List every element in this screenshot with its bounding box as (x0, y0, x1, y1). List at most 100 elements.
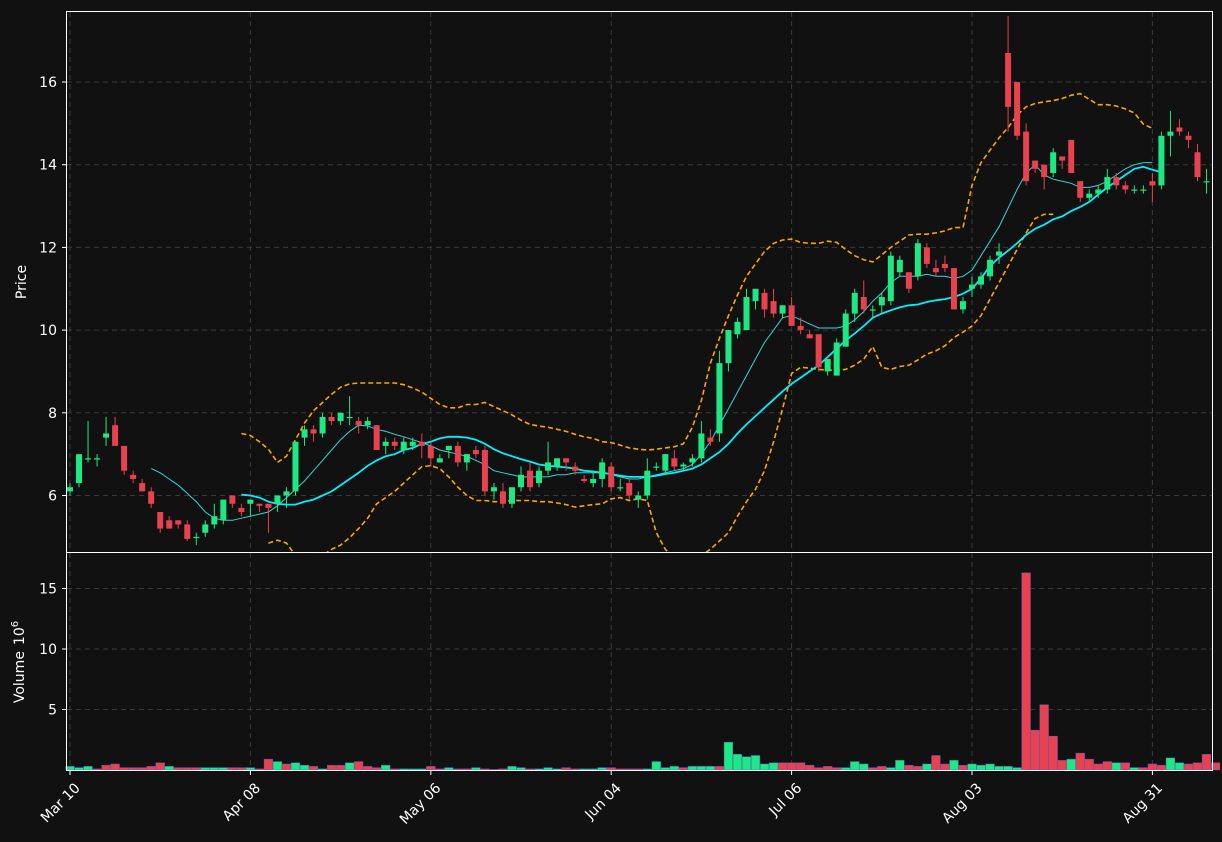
volume-bar (326, 764, 337, 771)
candle-body (76, 454, 83, 484)
candle-body (1005, 53, 1012, 107)
candle-body (121, 445, 128, 471)
volume-bar (913, 766, 923, 771)
candle-body (400, 441, 407, 451)
volume-bar (1111, 762, 1121, 771)
candle-body (85, 458, 92, 460)
candle-body (103, 433, 110, 438)
volume-bar (155, 762, 165, 771)
volume-bar (805, 764, 815, 771)
candle-body (752, 288, 759, 302)
volume-bar (949, 760, 959, 771)
candle-body (355, 421, 362, 426)
candle-body (1077, 181, 1084, 198)
candle (833, 338, 840, 376)
candle-body (545, 462, 552, 471)
candle-body (599, 462, 606, 479)
volume-bar (453, 768, 463, 771)
volume-exponent-power: 6 (10, 621, 21, 627)
volume-bar (615, 768, 625, 771)
volume-bar (507, 766, 517, 771)
candle-body (427, 445, 434, 459)
price-tick-label: 12 (39, 240, 57, 256)
candle-body (518, 474, 524, 488)
stock-chart: 6810121416 Price 51015 Volume106 Mar 10 A… (0, 0, 1222, 842)
candle-body (508, 487, 515, 504)
volume-bar (1048, 735, 1058, 771)
candle-body (572, 466, 579, 471)
candle-body (833, 342, 840, 376)
volume-bar (633, 768, 643, 771)
volume-bar (354, 761, 364, 771)
candle-body (1185, 135, 1192, 140)
volume-bar (1147, 763, 1158, 771)
volume-bar (110, 763, 120, 771)
volume-bar (552, 768, 562, 771)
candle (1158, 131, 1165, 190)
candle-body (238, 507, 245, 513)
volume-bar (994, 766, 1004, 771)
candle-body (1059, 156, 1066, 161)
volume-bar (877, 766, 887, 771)
candle-body (707, 437, 714, 442)
volume-bar (74, 767, 84, 771)
volume-bar (922, 763, 932, 771)
volume-bar (236, 767, 246, 771)
volume-bar (579, 768, 589, 771)
volume-bar (1021, 572, 1031, 771)
volume-bar (787, 762, 797, 771)
volume-bar (705, 766, 716, 771)
volume-bar (1012, 767, 1022, 771)
volume-bar (345, 762, 355, 771)
volume-bar (642, 768, 652, 771)
candle-body (202, 524, 209, 533)
volume-bar (182, 767, 192, 771)
volume-bar (128, 767, 138, 771)
volume-bar (290, 762, 301, 771)
volume-bar (985, 763, 995, 771)
candle-body (373, 425, 380, 451)
candle-body (337, 412, 344, 422)
candle (815, 334, 822, 372)
candle-body (319, 416, 326, 434)
candle-body (328, 416, 335, 422)
candle-body (860, 297, 867, 310)
candle-body (698, 433, 705, 459)
candle-body (689, 458, 696, 463)
candle (716, 350, 723, 442)
volume-bar (1084, 758, 1094, 771)
volume-bar (308, 766, 319, 771)
volume-tick-label: 15 (39, 582, 57, 598)
volume-bar (390, 768, 400, 771)
price-tick-label: 16 (39, 75, 57, 91)
volume-label-text: Volume (12, 651, 28, 703)
volume-bar (254, 768, 265, 771)
volume-bar (1039, 704, 1049, 771)
volume-bar (543, 767, 553, 771)
volume-bar (372, 767, 382, 771)
candle-body (896, 259, 903, 273)
candle-body (959, 301, 966, 310)
candle-body (1032, 160, 1039, 169)
candle-body (1158, 135, 1165, 186)
candle-body (644, 470, 651, 496)
volume-bar (381, 764, 391, 771)
candle-body (770, 301, 777, 314)
candle-body (1023, 131, 1030, 182)
candle-body (445, 445, 452, 451)
candle-body (301, 429, 308, 438)
volume-bar (651, 761, 661, 771)
candle (481, 445, 488, 496)
volume-bar (1183, 763, 1194, 771)
candle-body (1068, 139, 1075, 173)
candle-body (211, 516, 218, 525)
candle-body (842, 313, 849, 347)
candle-body (969, 284, 975, 289)
volume-tick-label: 10 (39, 642, 57, 658)
volume-bar (1093, 763, 1103, 771)
candle-body (996, 251, 1003, 256)
volume-bar (498, 768, 508, 771)
candle (608, 462, 615, 492)
volume-bar (1057, 760, 1067, 771)
volume-bar (1066, 758, 1076, 771)
